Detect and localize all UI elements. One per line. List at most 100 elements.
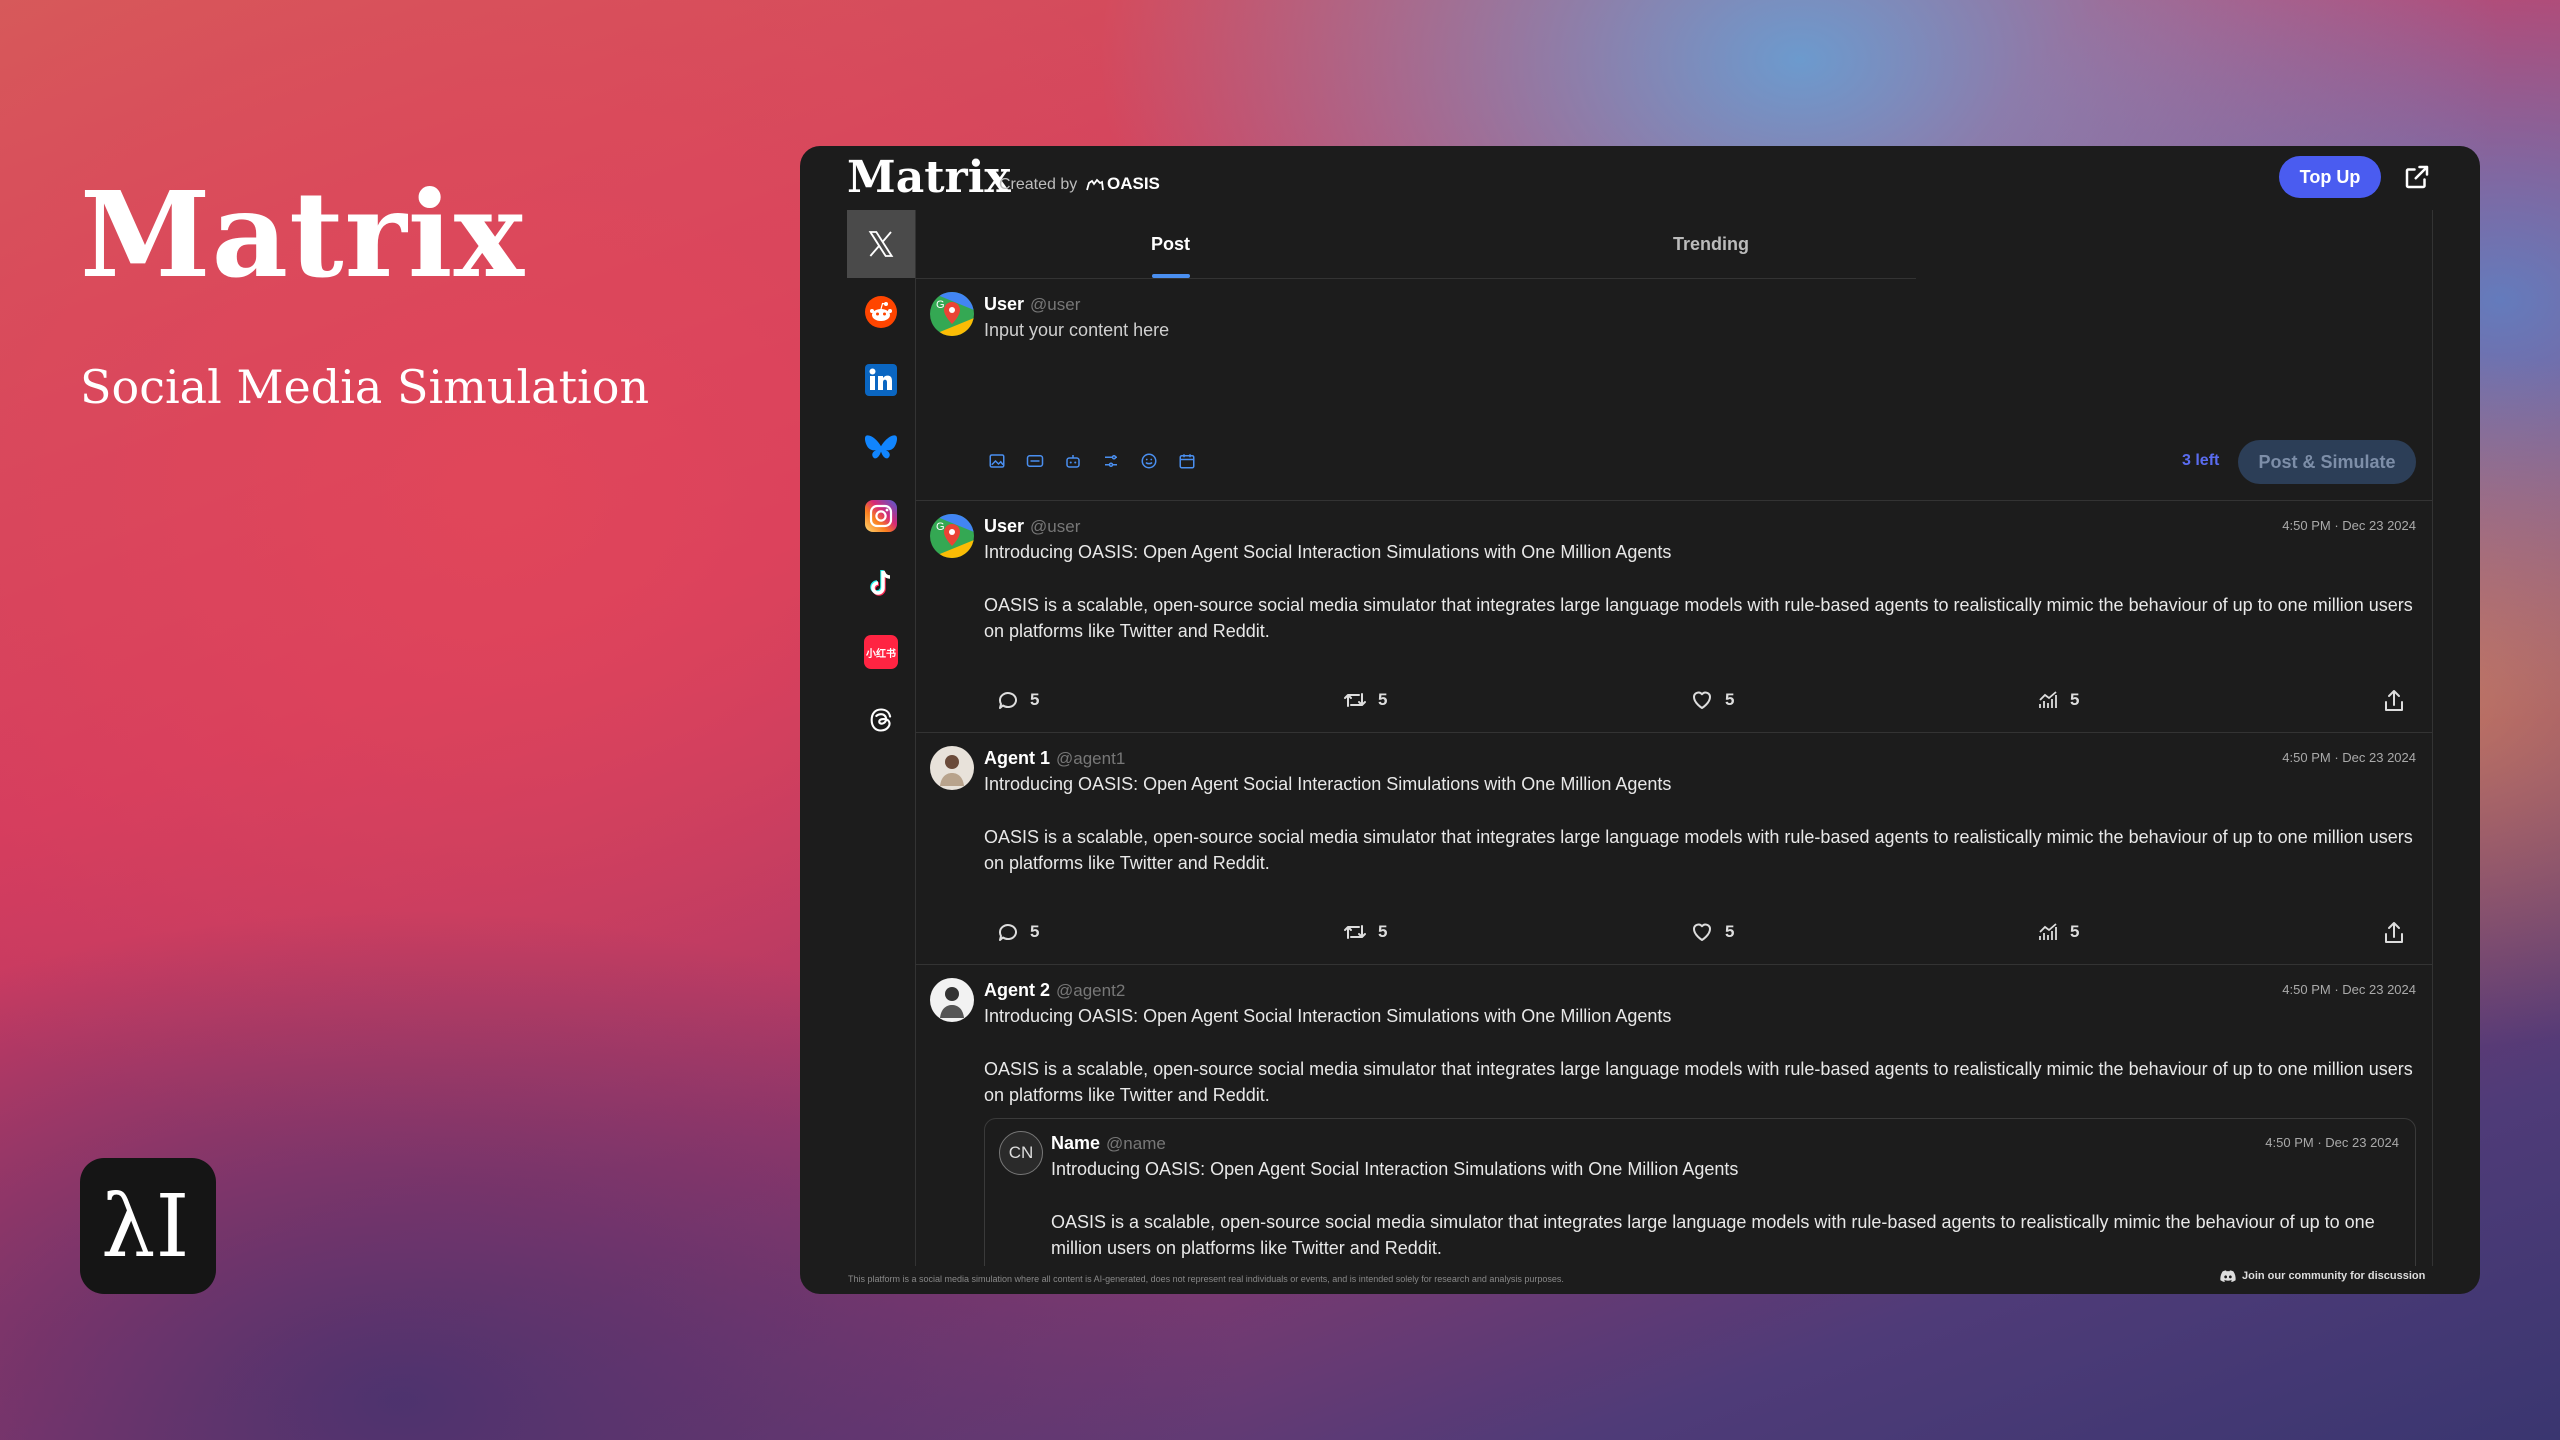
quoted-post-body: OASIS is a scalable, open-source social … xyxy=(1051,1212,2375,1258)
post-header: Agent 1 @agent1 xyxy=(984,748,1125,769)
emoji-icon[interactable] xyxy=(1138,450,1160,472)
chars-left-counter: 3 left xyxy=(2182,452,2220,469)
sidebar-item-linkedin[interactable] xyxy=(847,346,915,414)
like-button[interactable]: 5 xyxy=(1689,688,1734,712)
post-card[interactable]: G User @user 4:50 PM · Dec 23 2024 Introd… xyxy=(916,502,2432,733)
composer-user-name: User xyxy=(984,294,1025,314)
lambda-ai-logo-icon: λI xyxy=(101,1186,189,1266)
svg-text:G: G xyxy=(936,299,945,311)
like-button[interactable]: 5 xyxy=(1689,920,1734,944)
repost-button[interactable]: 5 xyxy=(1342,688,1387,712)
share-icon xyxy=(2385,690,2403,711)
share-icon xyxy=(2385,922,2403,943)
post-card[interactable]: Agent 2 @agent2 4:50 PM · Dec 23 2024 Int… xyxy=(916,966,2432,1266)
composer-input[interactable]: Input your content here xyxy=(984,320,1169,341)
views-button[interactable]: 5 xyxy=(2036,920,2079,944)
post-and-simulate-button[interactable]: Post & Simulate xyxy=(2238,440,2416,484)
reply-count: 5 xyxy=(1030,922,1040,941)
camel-icon xyxy=(1086,178,1104,191)
analytics-icon xyxy=(2039,923,2057,940)
oasis-logo[interactable]: OASIS xyxy=(1086,174,1160,194)
sidebar-item-threads[interactable] xyxy=(847,686,915,754)
post-timestamp: 4:50 PM · Dec 23 2024 xyxy=(2282,750,2416,765)
quoted-post[interactable]: CN Name @name 4:50 PM · Dec 23 2024 Intro… xyxy=(984,1118,2416,1266)
footer: This platform is a social media simulati… xyxy=(800,1266,2480,1294)
external-link-icon[interactable] xyxy=(2402,162,2432,192)
avatar xyxy=(930,978,974,1022)
composer-toolbar xyxy=(986,450,1198,472)
post-author-handle[interactable]: @agent1 xyxy=(1056,749,1125,768)
poll-icon[interactable] xyxy=(1100,450,1122,472)
robot-icon[interactable] xyxy=(1062,450,1084,472)
quoted-author-name[interactable]: Name xyxy=(1051,1133,1100,1153)
user-avatar-icon: G xyxy=(930,292,974,336)
tab-trending[interactable]: Trending xyxy=(1673,210,1749,278)
user-avatar-icon: G xyxy=(930,514,974,558)
agent-avatar-icon xyxy=(940,987,964,1018)
avatar: G xyxy=(930,514,974,558)
quoted-post-header: Name @name xyxy=(1051,1133,1166,1154)
avatar: CN xyxy=(999,1131,1043,1175)
view-count: 5 xyxy=(2070,690,2080,709)
post-title: Introducing OASIS: Open Agent Social Int… xyxy=(984,1006,1672,1026)
tiktok-icon xyxy=(864,567,898,601)
quoted-post-timestamp: 4:50 PM · Dec 23 2024 xyxy=(2265,1135,2399,1150)
feed-tabs: Post Trending xyxy=(916,210,1916,279)
post-timestamp: 4:50 PM · Dec 23 2024 xyxy=(2282,982,2416,997)
view-count: 5 xyxy=(2070,922,2080,941)
repost-count: 5 xyxy=(1378,690,1388,709)
sidebar-item-bluesky[interactable] xyxy=(847,414,915,482)
title-bar: Matrix Created by OASIS Top Up xyxy=(800,146,2480,210)
views-button[interactable]: 5 xyxy=(2036,688,2079,712)
like-count: 5 xyxy=(1725,922,1735,941)
post-header: Agent 2 @agent2 xyxy=(984,980,1125,1001)
agent-avatar-icon xyxy=(940,755,964,786)
avatar-initials: CN xyxy=(1008,1143,1034,1162)
tab-post[interactable]: Post xyxy=(1151,210,1190,278)
community-link[interactable]: Join our community for discussion xyxy=(2220,1270,2425,1282)
post-title: Introducing OASIS: Open Agent Social Int… xyxy=(984,542,1672,562)
share-button[interactable] xyxy=(2382,688,2406,714)
post-author-name[interactable]: Agent 1 xyxy=(984,748,1050,768)
post-timestamp: 4:50 PM · Dec 23 2024 xyxy=(2282,518,2416,533)
avatar: G xyxy=(930,292,974,336)
quoted-author-handle[interactable]: @name xyxy=(1106,1134,1166,1153)
post-author-name[interactable]: User xyxy=(984,516,1024,536)
post-author-handle[interactable]: @agent2 xyxy=(1056,981,1125,1000)
post-author-handle[interactable]: @user xyxy=(1030,517,1080,536)
main-feed: Post Trending G User @user Input your con… xyxy=(916,210,2433,1266)
calendar-icon[interactable] xyxy=(1176,450,1198,472)
post-author-name[interactable]: Agent 2 xyxy=(984,980,1050,1000)
instagram-icon xyxy=(864,499,898,533)
heart-icon xyxy=(1693,923,1711,941)
app-window: Matrix Created by OASIS Top Up 小红书 Post … xyxy=(800,146,2480,1294)
repost-icon xyxy=(1344,693,1366,707)
brand-logo: λI xyxy=(80,1158,216,1294)
threads-icon xyxy=(864,703,898,737)
bluesky-icon xyxy=(864,431,898,465)
post-card[interactable]: Agent 1 @agent1 4:50 PM · Dec 23 2024 Int… xyxy=(916,734,2432,965)
sidebar-item-reddit[interactable] xyxy=(847,278,915,346)
gif-icon[interactable] xyxy=(1024,450,1046,472)
post-title: Introducing OASIS: Open Agent Social Int… xyxy=(984,774,1672,794)
repost-button[interactable]: 5 xyxy=(1342,920,1387,944)
oasis-name: OASIS xyxy=(1107,174,1160,193)
sidebar-item-x[interactable] xyxy=(847,210,915,278)
repost-count: 5 xyxy=(1378,922,1388,941)
image-icon[interactable] xyxy=(986,450,1008,472)
share-button[interactable] xyxy=(2382,920,2406,946)
created-by-label: Created by xyxy=(999,176,1078,193)
top-up-button[interactable]: Top Up xyxy=(2279,156,2381,198)
hero-subtitle: Social Media Simulation xyxy=(80,360,650,414)
post-body: OASIS is a scalable, open-source social … xyxy=(984,595,2413,641)
sidebar-item-xiaohongshu[interactable]: 小红书 xyxy=(847,618,915,686)
sidebar-item-instagram[interactable] xyxy=(847,482,915,550)
svg-text:G: G xyxy=(936,521,945,533)
composer-user-handle: @user xyxy=(1030,295,1081,314)
composer-header: User @user xyxy=(984,294,1080,315)
sidebar-item-tiktok[interactable] xyxy=(847,550,915,618)
reply-button[interactable]: 5 xyxy=(996,688,1039,712)
post-actions: 5 5 5 5 xyxy=(916,688,2432,718)
composer: G User @user Input your content here 3 le… xyxy=(916,280,2432,501)
reply-button[interactable]: 5 xyxy=(996,920,1039,944)
